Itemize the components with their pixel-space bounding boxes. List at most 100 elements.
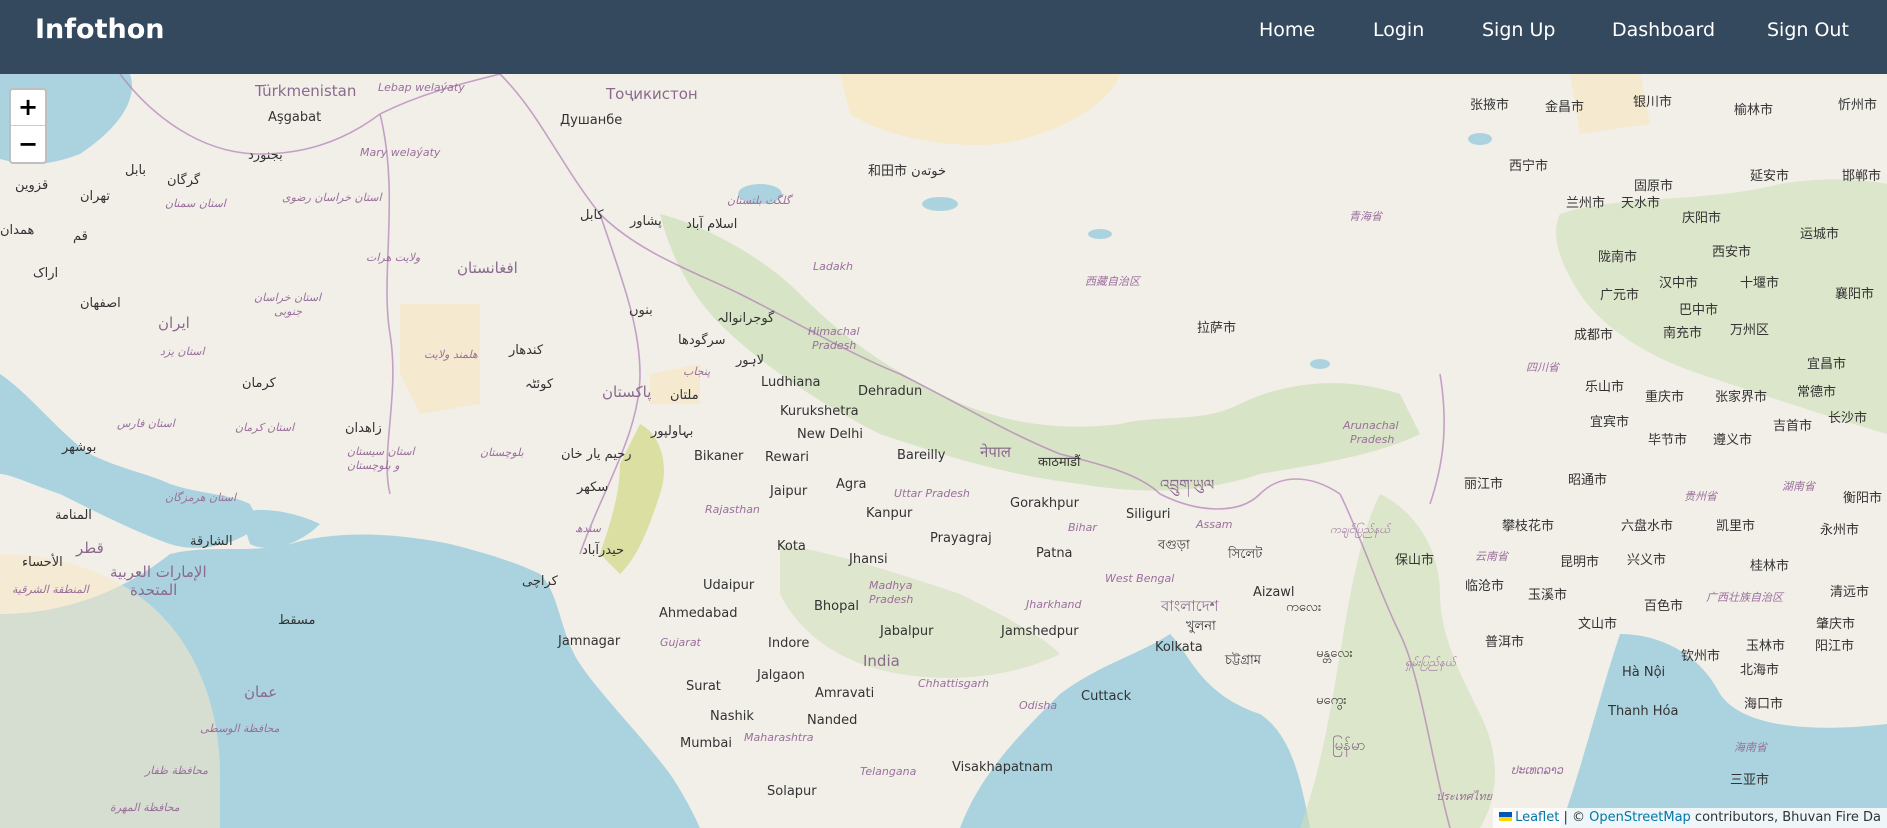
label-lanzhou: 兰州市 <box>1566 195 1605 211</box>
label-sindh: سندھ <box>575 522 602 535</box>
label-rajasthan: Rajasthan <box>705 503 760 516</box>
label-zhangjiajie: 张家界市 <box>1715 389 1767 405</box>
label-magway: မကွေး <box>1316 693 1347 710</box>
label-iran: ایران <box>158 314 190 332</box>
label-changsha: 长沙市 <box>1828 410 1867 426</box>
label-baoshan: 保山市 <box>1395 552 1434 568</box>
nav-dashboard[interactable]: Dashboard <box>1612 19 1715 41</box>
label-manipur: ကလေး <box>1286 600 1321 615</box>
label-multan: ملتان <box>670 388 699 403</box>
label-arunachal: Arunachal <box>1342 419 1399 432</box>
label-yuxi: 玉溪市 <box>1528 587 1567 603</box>
map-container[interactable]: Türkmenistan Lebap welaýaty Тоҷикистон A… <box>0 74 1887 828</box>
label-hormozgan: استان هرمزگان <box>165 491 238 504</box>
label-thailand: ประเทศไทย <box>1436 790 1494 803</box>
label-arak: اراک <box>33 266 58 281</box>
label-mumbai: Mumbai <box>680 736 732 751</box>
label-haikou: 海口市 <box>1744 696 1783 712</box>
label-agra: Agra <box>836 477 866 492</box>
label-yazd: استان یزد <box>160 345 206 358</box>
label-lebap: Lebap welaýaty <box>378 81 465 94</box>
label-qazvin: قزوین <box>15 178 48 193</box>
label-zahedan: زاهدان <box>345 421 382 436</box>
label-lhasa: 拉萨市 <box>1197 320 1236 336</box>
label-newdelhi: New Delhi <box>797 427 863 442</box>
brand-logo[interactable]: Infothon <box>35 14 164 45</box>
label-jhansi: Jhansi <box>848 552 888 567</box>
label-hamedan: همدان <box>0 223 34 238</box>
label-chhattisgarh: Chhattisgarh <box>918 677 989 690</box>
label-hunan: 湖南省 <box>1782 480 1817 493</box>
ukraine-flag-icon <box>1499 812 1513 821</box>
label-jharkhand: Jharkhand <box>1024 598 1083 611</box>
label-laos: ປະເທດລາວ <box>1511 764 1564 777</box>
label-kerman-prov: استان کرمان <box>235 421 296 434</box>
label-yulin2: 玉林市 <box>1746 638 1785 654</box>
label-patna: Patna <box>1036 546 1073 561</box>
label-tehran: تهران <box>80 189 110 204</box>
label-maharashtra: Maharashtra <box>744 731 814 744</box>
map-labels: Türkmenistan Lebap welaýaty Тоҷикистон A… <box>0 81 1882 814</box>
osm-link[interactable]: OpenStreetMap <box>1589 810 1691 825</box>
label-bijie: 毕节市 <box>1648 432 1687 448</box>
leaflet-link[interactable]: Leaflet <box>1515 810 1559 825</box>
label-muscat: مسقط <box>278 613 315 628</box>
label-gorakhpur: Gorakhpur <box>1010 496 1080 511</box>
label-fars: استان فارس <box>117 417 177 430</box>
label-qinzhou: 钦州市 <box>1681 648 1720 664</box>
label-uttar: Uttar Pradesh <box>894 487 970 500</box>
label-pradesh: Pradesh <box>812 339 856 352</box>
label-qinghai: 青海省 <box>1349 210 1384 223</box>
label-dhofar: محافظة ظفار <box>143 764 208 777</box>
label-bikaner: Bikaner <box>694 449 744 464</box>
label-shan: ရှမ်းပြည်နယ် <box>1405 655 1457 671</box>
label-kunming: 昆明市 <box>1560 554 1599 570</box>
label-bogura: বগুড়া <box>1157 538 1190 553</box>
label-bushehr: بوشهر <box>61 440 96 455</box>
label-mary: Mary welaýaty <box>360 146 441 159</box>
label-punjab: پنجاب <box>683 365 710 378</box>
label-hotan: 和田市 خوتەن <box>868 163 946 179</box>
label-puer: 普洱市 <box>1485 634 1524 650</box>
nav-home[interactable]: Home <box>1259 19 1315 41</box>
label-westbengal: West Bengal <box>1105 572 1174 585</box>
label-liupanshui: 六盘水市 <box>1621 518 1673 534</box>
label-changde: 常德市 <box>1797 384 1836 400</box>
label-bhopal: Bhopal <box>814 599 859 614</box>
label-visakhapatnam: Visakhapatnam <box>952 760 1053 775</box>
zoom-out-button[interactable]: − <box>11 127 45 163</box>
label-herat: ولايت هرات <box>366 251 420 264</box>
label-ahsa: الأحساء <box>22 553 63 570</box>
label-qom: قم <box>73 229 88 244</box>
label-balochistan: بلوچستان <box>480 446 524 459</box>
label-madhya: Madhya <box>869 579 913 592</box>
label-thanhhoa: Thanh Hóa <box>1607 704 1678 719</box>
attribution-separator: | © <box>1559 810 1590 825</box>
nav-login[interactable]: Login <box>1373 19 1424 41</box>
label-india: India <box>863 652 900 670</box>
label-assam: Assam <box>1195 518 1232 531</box>
label-turkmenistan: Türkmenistan <box>254 82 356 100</box>
label-bihar: Bihar <box>1068 521 1098 534</box>
label-yanan: 延安市 <box>1750 168 1789 184</box>
label-nashik: Nashik <box>710 709 754 724</box>
label-lijiang: 丽江市 <box>1464 476 1503 492</box>
label-rahimyar: رحيم يار خان <box>561 447 632 462</box>
label-sylhet: সিলেট <box>1227 546 1263 562</box>
label-baise: 百色市 <box>1644 598 1683 614</box>
nav-sign-out[interactable]: Sign Out <box>1767 19 1849 41</box>
label-babol: بابل <box>125 163 146 178</box>
label-kolkata: Kolkata <box>1155 640 1203 655</box>
label-kota: Kota <box>777 539 806 554</box>
label-surat: Surat <box>686 679 721 694</box>
label-karachi: کراچی <box>522 574 559 589</box>
label-prayagraj: Prayagraj <box>930 531 992 546</box>
zoom-in-button[interactable]: + <box>11 90 45 126</box>
label-semnan: استان سمنان <box>165 197 228 210</box>
label-yibin: 宜宾市 <box>1590 414 1629 430</box>
label-gorgan: گرگان <box>167 172 201 188</box>
label-arunachal2: Pradesh <box>1350 433 1394 446</box>
label-sanya: 三亚市 <box>1730 772 1769 788</box>
label-kerman: کرمان <box>242 376 277 391</box>
nav-sign-up[interactable]: Sign Up <box>1482 19 1555 41</box>
